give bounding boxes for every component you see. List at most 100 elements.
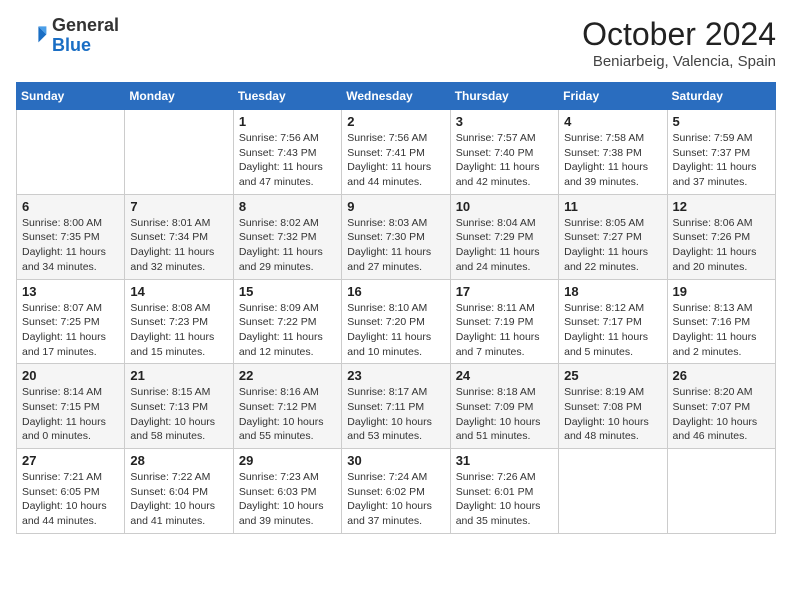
day-info: Sunrise: 7:24 AM Sunset: 6:02 PM Dayligh… [347, 470, 444, 529]
calendar-cell: 12Sunrise: 8:06 AM Sunset: 7:26 PM Dayli… [667, 194, 775, 279]
day-number: 13 [22, 284, 119, 299]
day-info: Sunrise: 8:13 AM Sunset: 7:16 PM Dayligh… [673, 301, 770, 360]
day-info: Sunrise: 7:59 AM Sunset: 7:37 PM Dayligh… [673, 131, 770, 190]
calendar-cell: 2 Sunrise: 7:56 AM Sunset: 7:41 PM Daylig… [342, 110, 450, 195]
day-info: Sunrise: 7:23 AM Sunset: 6:03 PM Dayligh… [239, 470, 336, 529]
weekday-header: Friday [559, 83, 667, 110]
day-info: Sunrise: 7:26 AM Sunset: 6:01 PM Dayligh… [456, 470, 553, 529]
day-number: 10 [456, 199, 553, 214]
day-info: Sunrise: 8:02 AM Sunset: 7:32 PM Dayligh… [239, 216, 336, 275]
day-number: 19 [673, 284, 770, 299]
weekday-header: Thursday [450, 83, 558, 110]
calendar-cell: 1 Sunrise: 7:56 AM Sunset: 7:43 PM Daylig… [233, 110, 341, 195]
calendar-cell [125, 110, 233, 195]
month-title: October 2024 [582, 16, 776, 53]
calendar-cell: 9 Sunrise: 8:03 AM Sunset: 7:30 PM Daylig… [342, 194, 450, 279]
day-number: 12 [673, 199, 770, 214]
calendar-cell: 21Sunrise: 8:15 AM Sunset: 7:13 PM Dayli… [125, 364, 233, 449]
day-info: Sunrise: 8:11 AM Sunset: 7:19 PM Dayligh… [456, 301, 553, 360]
calendar-cell: 4 Sunrise: 7:58 AM Sunset: 7:38 PM Daylig… [559, 110, 667, 195]
day-number: 7 [130, 199, 227, 214]
day-number: 11 [564, 199, 661, 214]
day-info: Sunrise: 8:17 AM Sunset: 7:11 PM Dayligh… [347, 385, 444, 444]
calendar-cell: 30 Sunrise: 7:24 AM Sunset: 6:02 PM Dayli… [342, 449, 450, 534]
calendar-cell [667, 449, 775, 534]
calendar-cell: 15 Sunrise: 8:09 AM Sunset: 7:22 PM Dayli… [233, 279, 341, 364]
calendar-cell: 10 Sunrise: 8:04 AM Sunset: 7:29 PM Dayli… [450, 194, 558, 279]
day-number: 30 [347, 453, 444, 468]
calendar-week-row: 20Sunrise: 8:14 AM Sunset: 7:15 PM Dayli… [17, 364, 776, 449]
day-number: 31 [456, 453, 553, 468]
day-info: Sunrise: 7:22 AM Sunset: 6:04 PM Dayligh… [130, 470, 227, 529]
day-info: Sunrise: 8:15 AM Sunset: 7:13 PM Dayligh… [130, 385, 227, 444]
calendar-cell: 26 Sunrise: 8:20 AM Sunset: 7:07 PM Dayli… [667, 364, 775, 449]
day-info: Sunrise: 8:04 AM Sunset: 7:29 PM Dayligh… [456, 216, 553, 275]
day-number: 23 [347, 368, 444, 383]
day-number: 17 [456, 284, 553, 299]
calendar-cell: 13 Sunrise: 8:07 AM Sunset: 7:25 PM Dayli… [17, 279, 125, 364]
day-number: 1 [239, 114, 336, 129]
logo-text: General Blue [52, 16, 119, 56]
day-info: Sunrise: 8:20 AM Sunset: 7:07 PM Dayligh… [673, 385, 770, 444]
weekday-header: Tuesday [233, 83, 341, 110]
day-number: 8 [239, 199, 336, 214]
logo-icon [16, 20, 48, 52]
page-header: General Blue October 2024 Beniarbeig, Va… [16, 16, 776, 70]
day-info: Sunrise: 7:56 AM Sunset: 7:41 PM Dayligh… [347, 131, 444, 190]
location-subtitle: Beniarbeig, Valencia, Spain [582, 53, 776, 70]
calendar-week-row: 6 Sunrise: 8:00 AM Sunset: 7:35 PM Daylig… [17, 194, 776, 279]
calendar-cell: 23 Sunrise: 8:17 AM Sunset: 7:11 PM Dayli… [342, 364, 450, 449]
day-number: 5 [673, 114, 770, 129]
day-info: Sunrise: 7:58 AM Sunset: 7:38 PM Dayligh… [564, 131, 661, 190]
calendar-cell: 22 Sunrise: 8:16 AM Sunset: 7:12 PM Dayli… [233, 364, 341, 449]
day-info: Sunrise: 8:01 AM Sunset: 7:34 PM Dayligh… [130, 216, 227, 275]
calendar-cell: 16Sunrise: 8:10 AM Sunset: 7:20 PM Dayli… [342, 279, 450, 364]
calendar-cell: 17 Sunrise: 8:11 AM Sunset: 7:19 PM Dayli… [450, 279, 558, 364]
calendar-week-row: 13 Sunrise: 8:07 AM Sunset: 7:25 PM Dayli… [17, 279, 776, 364]
day-info: Sunrise: 8:07 AM Sunset: 7:25 PM Dayligh… [22, 301, 119, 360]
calendar-cell: 7 Sunrise: 8:01 AM Sunset: 7:34 PM Daylig… [125, 194, 233, 279]
calendar-cell: 20Sunrise: 8:14 AM Sunset: 7:15 PM Dayli… [17, 364, 125, 449]
calendar-cell: 29 Sunrise: 7:23 AM Sunset: 6:03 PM Dayli… [233, 449, 341, 534]
calendar-table: SundayMondayTuesdayWednesdayThursdayFrid… [16, 82, 776, 534]
day-info: Sunrise: 8:05 AM Sunset: 7:27 PM Dayligh… [564, 216, 661, 275]
day-info: Sunrise: 8:19 AM Sunset: 7:08 PM Dayligh… [564, 385, 661, 444]
day-number: 29 [239, 453, 336, 468]
calendar-cell [559, 449, 667, 534]
calendar-cell: 18 Sunrise: 8:12 AM Sunset: 7:17 PM Dayli… [559, 279, 667, 364]
calendar-cell: 5 Sunrise: 7:59 AM Sunset: 7:37 PM Daylig… [667, 110, 775, 195]
calendar-cell: 19 Sunrise: 8:13 AM Sunset: 7:16 PM Dayli… [667, 279, 775, 364]
weekday-header: Saturday [667, 83, 775, 110]
calendar-week-row: 27 Sunrise: 7:21 AM Sunset: 6:05 PM Dayli… [17, 449, 776, 534]
day-info: Sunrise: 8:16 AM Sunset: 7:12 PM Dayligh… [239, 385, 336, 444]
day-info: Sunrise: 7:56 AM Sunset: 7:43 PM Dayligh… [239, 131, 336, 190]
day-number: 26 [673, 368, 770, 383]
day-info: Sunrise: 8:00 AM Sunset: 7:35 PM Dayligh… [22, 216, 119, 275]
weekday-header-row: SundayMondayTuesdayWednesdayThursdayFrid… [17, 83, 776, 110]
day-number: 6 [22, 199, 119, 214]
calendar-cell: 25 Sunrise: 8:19 AM Sunset: 7:08 PM Dayli… [559, 364, 667, 449]
day-number: 4 [564, 114, 661, 129]
day-number: 15 [239, 284, 336, 299]
logo: General Blue [16, 16, 119, 56]
day-number: 18 [564, 284, 661, 299]
weekday-header: Monday [125, 83, 233, 110]
day-number: 9 [347, 199, 444, 214]
day-number: 27 [22, 453, 119, 468]
title-block: October 2024 Beniarbeig, Valencia, Spain [582, 16, 776, 70]
day-info: Sunrise: 8:12 AM Sunset: 7:17 PM Dayligh… [564, 301, 661, 360]
calendar-cell: 24Sunrise: 8:18 AM Sunset: 7:09 PM Dayli… [450, 364, 558, 449]
day-number: 25 [564, 368, 661, 383]
calendar-cell: 8 Sunrise: 8:02 AM Sunset: 7:32 PM Daylig… [233, 194, 341, 279]
calendar-cell: 11 Sunrise: 8:05 AM Sunset: 7:27 PM Dayli… [559, 194, 667, 279]
day-info: Sunrise: 7:21 AM Sunset: 6:05 PM Dayligh… [22, 470, 119, 529]
day-number: 16 [347, 284, 444, 299]
day-info: Sunrise: 8:03 AM Sunset: 7:30 PM Dayligh… [347, 216, 444, 275]
day-number: 22 [239, 368, 336, 383]
calendar-cell: 31 Sunrise: 7:26 AM Sunset: 6:01 PM Dayli… [450, 449, 558, 534]
day-number: 2 [347, 114, 444, 129]
day-info: Sunrise: 8:08 AM Sunset: 7:23 PM Dayligh… [130, 301, 227, 360]
day-info: Sunrise: 8:09 AM Sunset: 7:22 PM Dayligh… [239, 301, 336, 360]
calendar-cell [17, 110, 125, 195]
day-number: 20 [22, 368, 119, 383]
